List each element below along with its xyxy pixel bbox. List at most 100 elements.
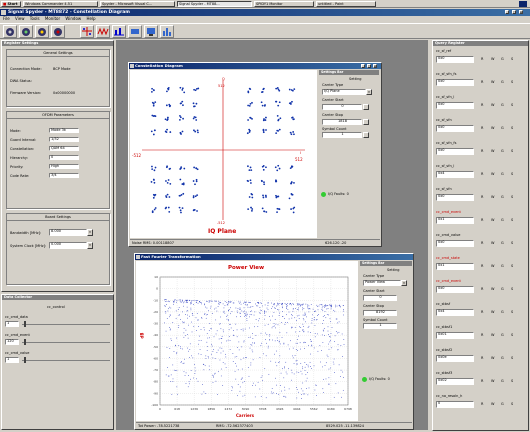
register-flag-s-button[interactable]: S [511,379,513,383]
register-value-input[interactable]: 0x0 [436,286,474,293]
register-value-input[interactable]: 0x0 [436,148,474,155]
cmd-event-input[interactable]: 120 [5,339,19,345]
minimize-button[interactable]: _ [505,10,509,14]
system-clock-input[interactable]: 0.000 [49,242,87,249]
register-flag-g-button[interactable]: G [501,333,504,337]
slider-thumb[interactable] [24,357,26,363]
register-flag-g-button[interactable]: G [501,195,504,199]
register-flag-r-button[interactable]: R [481,218,483,222]
carrier-start-input[interactable]: 0 [322,104,362,110]
register-flag-s-button[interactable]: S [511,356,513,360]
register-flag-r-button[interactable]: R [481,80,483,84]
carrier-stop-input[interactable]: 8192 [363,310,397,316]
taskbar-item[interactable]: untitled - Paint [316,1,376,7]
register-flag-r-button[interactable]: R [481,103,483,107]
carrier-type-select[interactable]: I/Q Plane [322,89,366,95]
register-value-input[interactable]: 0x0 [436,125,474,132]
spin-button[interactable] [363,132,369,138]
slider-thumb[interactable] [24,321,26,327]
register-flag-g-button[interactable]: G [501,218,504,222]
spin-button[interactable] [363,104,369,110]
register-flag-g-button[interactable]: G [501,241,504,245]
spin-button[interactable] [363,119,369,125]
tray-icon[interactable] [519,1,527,7]
bandwidth-input[interactable]: 8.000 [49,229,87,236]
cmd-data-slider[interactable] [22,324,110,325]
settings-button[interactable] [19,25,33,38]
register-flag-g-button[interactable]: G [501,126,504,130]
register-flag-s-button[interactable]: S [511,57,513,61]
register-flag-g-button[interactable]: G [501,57,504,61]
register-flag-r-button[interactable]: R [481,402,483,406]
register-flag-s-button[interactable]: S [511,218,513,222]
register-flag-s-button[interactable]: S [511,80,513,84]
start-button[interactable]: ■ Start [1,1,21,7]
register-flag-g-button[interactable]: G [501,379,504,383]
register-flag-r-button[interactable]: R [481,195,483,199]
register-value-input[interactable]: 0x0 [436,79,474,86]
register-flag-r-button[interactable]: R [481,241,483,245]
taskbar-item-active[interactable]: Signal Spyder - MT88... [177,1,252,7]
register-flag-w-button[interactable]: W [491,356,494,360]
menu-monitor[interactable]: Monitor [45,16,60,21]
maximize-button[interactable]: □ [512,10,516,14]
register-flag-s-button[interactable]: S [511,172,513,176]
register-flag-s-button[interactable]: S [511,264,513,268]
system-clock-spin-button[interactable]: ▾ [87,242,93,249]
register-value-input[interactable]: 0 [436,401,474,408]
slider-thumb[interactable] [24,339,26,345]
register-flag-r-button[interactable]: R [481,264,483,268]
symbol-count-input[interactable]: 1 [363,323,397,329]
register-flag-g-button[interactable]: G [501,149,504,153]
register-flag-r-button[interactable]: R [481,287,483,291]
symbol-count-input[interactable]: 1 [322,132,362,138]
register-value-input[interactable]: 0x0 [436,240,474,247]
minimize-button[interactable]: _ [361,64,365,68]
register-flag-w-button[interactable]: W [491,80,494,84]
register-flag-s-button[interactable]: S [511,103,513,107]
taskbar-item[interactable]: Windows Commander 4.51 [23,1,98,7]
register-flag-w-button[interactable]: W [491,57,494,61]
register-flag-g-button[interactable]: G [501,402,504,406]
register-value-input[interactable]: 0x0 [436,56,474,63]
taskbar-item[interactable]: Spyder - Microsoft Visual C... [100,1,175,7]
menu-tools[interactable]: Tools [30,16,40,21]
gear-button[interactable] [51,25,65,38]
register-flag-w-button[interactable]: W [491,172,494,176]
register-value-input[interactable]: 0x02 [436,378,474,385]
register-flag-g-button[interactable]: G [501,80,504,84]
fft-button[interactable] [112,25,126,38]
register-flag-w-button[interactable]: W [491,310,494,314]
register-value-input[interactable]: 0x1 [436,263,474,270]
carrier-type-select[interactable]: Power View [363,280,401,286]
register-flag-g-button[interactable]: G [501,172,504,176]
carrier-stop-input[interactable]: 1818 [322,119,362,125]
register-flag-w-button[interactable]: W [491,287,494,291]
register-value-input[interactable]: 0x0e [436,355,474,362]
menu-file[interactable]: File [3,16,10,21]
cmd-value-input[interactable]: 1 [5,357,19,363]
register-flag-w-button[interactable]: W [491,241,494,245]
register-flag-s-button[interactable]: S [511,195,513,199]
close-button[interactable]: x [519,10,523,14]
register-flag-r-button[interactable]: R [481,172,483,176]
cmd-value-slider[interactable] [22,360,110,361]
register-flag-r-button[interactable]: R [481,149,483,153]
register-value-input[interactable]: 0x4 [436,171,474,178]
constellation-button[interactable] [80,25,94,38]
register-value-input[interactable]: 0x4 [436,309,474,316]
register-flag-r-button[interactable]: R [481,333,483,337]
register-flag-w-button[interactable]: W [491,195,494,199]
monitor-button[interactable] [144,25,158,38]
register-flag-s-button[interactable]: S [511,241,513,245]
menu-window[interactable]: Window [65,16,81,21]
register-flag-s-button[interactable]: S [511,126,513,130]
register-flag-w-button[interactable]: W [491,126,494,130]
time-domain-button[interactable] [96,25,110,38]
register-flag-w-button[interactable]: W [491,149,494,153]
register-value-input[interactable]: 0x1 [436,217,474,224]
register-flag-r-button[interactable]: R [481,310,483,314]
taskbar-item[interactable]: SPIDY1 Monitor [254,1,314,7]
register-flag-s-button[interactable]: S [511,310,513,314]
register-flag-r-button[interactable]: R [481,356,483,360]
